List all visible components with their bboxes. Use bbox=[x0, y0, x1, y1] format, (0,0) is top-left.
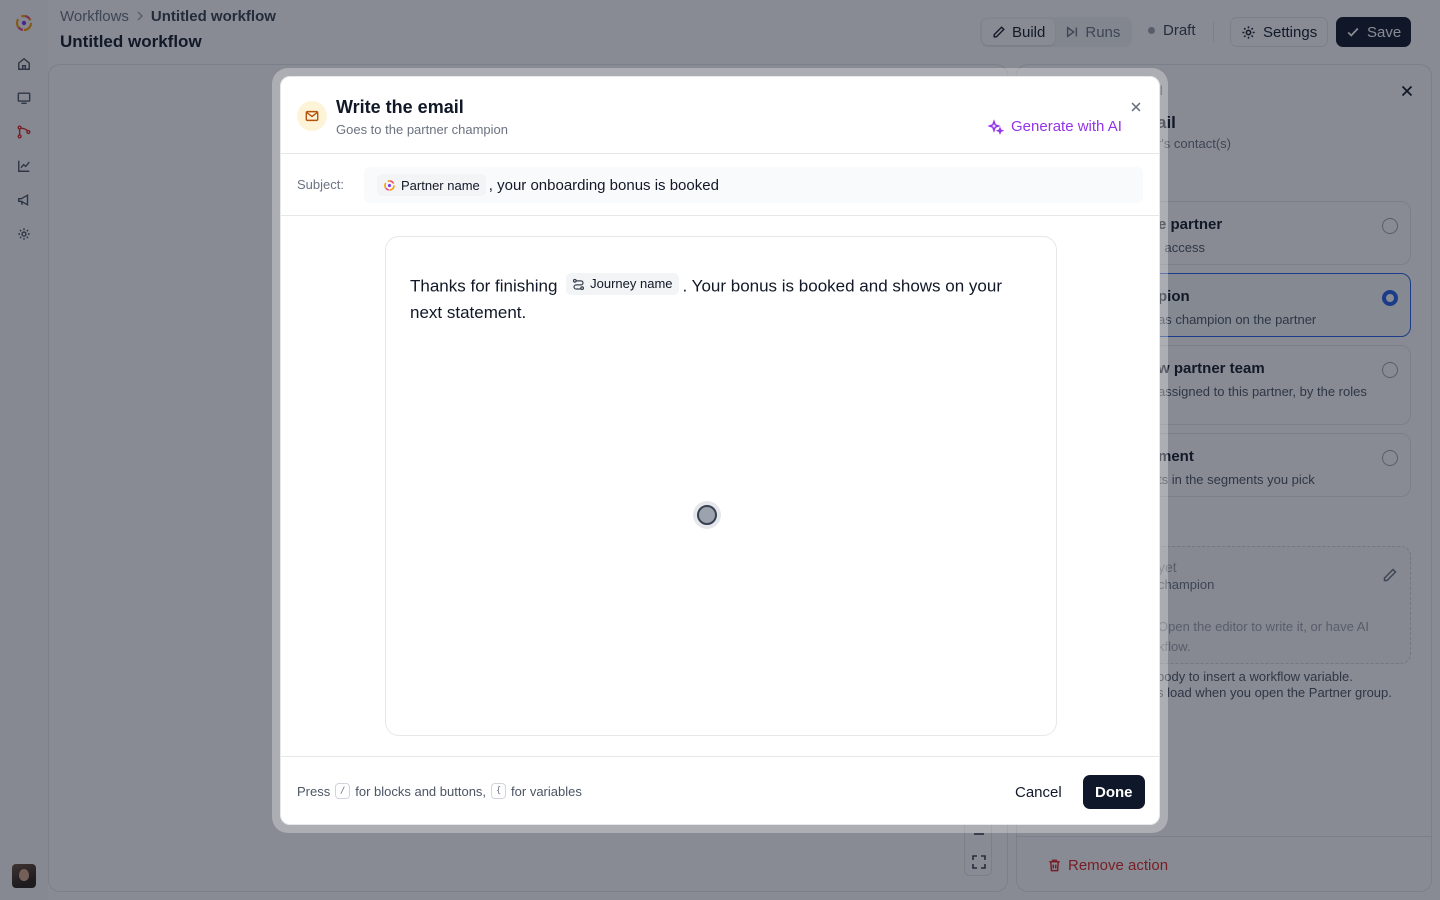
done-button[interactable]: Done bbox=[1083, 775, 1145, 809]
hint-text: for blocks and buttons, bbox=[355, 783, 487, 799]
subject-row: Subject: Partner name , your onboarding … bbox=[281, 154, 1159, 216]
email-editor-modal: Write the email Goes to the partner cham… bbox=[280, 76, 1160, 825]
journey-icon bbox=[572, 278, 585, 291]
mail-icon bbox=[297, 101, 327, 131]
modal-subtitle: Goes to the partner champion bbox=[336, 122, 508, 137]
slash-key: / bbox=[335, 783, 351, 799]
modal-title: Write the email bbox=[336, 97, 464, 117]
cancel-button[interactable]: Cancel bbox=[1005, 775, 1072, 809]
partner-logo-icon bbox=[383, 179, 396, 192]
generate-with-ai-button[interactable]: Generate with AI bbox=[988, 118, 1122, 135]
variable-chip[interactable]: Partner name bbox=[377, 174, 486, 196]
modal-header: Write the email Goes to the partner cham… bbox=[281, 77, 1159, 154]
variable-chip[interactable]: Journey name bbox=[566, 273, 679, 295]
cursor-indicator bbox=[693, 501, 721, 529]
hint-text: for variables bbox=[511, 783, 582, 799]
subject-text: , your onboarding bonus is booked bbox=[488, 176, 719, 194]
modal-footer: Press / for blocks and buttons, { for va… bbox=[281, 756, 1159, 824]
keyboard-hint: Press / for blocks and buttons, { for va… bbox=[297, 783, 582, 799]
hint-text: Press bbox=[297, 783, 331, 799]
close-icon[interactable] bbox=[1129, 100, 1143, 114]
brace-key: { bbox=[491, 783, 507, 799]
email-body[interactable]: Thanks for finishing Journey name . Your… bbox=[410, 273, 1030, 326]
variable-chip-label: Journey name bbox=[590, 276, 673, 291]
generate-label: Generate with AI bbox=[1011, 118, 1122, 135]
body-text: Thanks for finishing bbox=[410, 276, 558, 296]
variable-chip-label: Partner name bbox=[401, 177, 480, 193]
subject-label: Subject: bbox=[297, 177, 344, 192]
email-body-editor[interactable]: Thanks for finishing Journey name . Your… bbox=[385, 236, 1057, 736]
sparkles-icon bbox=[988, 118, 1004, 135]
subject-input[interactable]: Partner name , your onboarding bonus is … bbox=[364, 167, 1143, 203]
